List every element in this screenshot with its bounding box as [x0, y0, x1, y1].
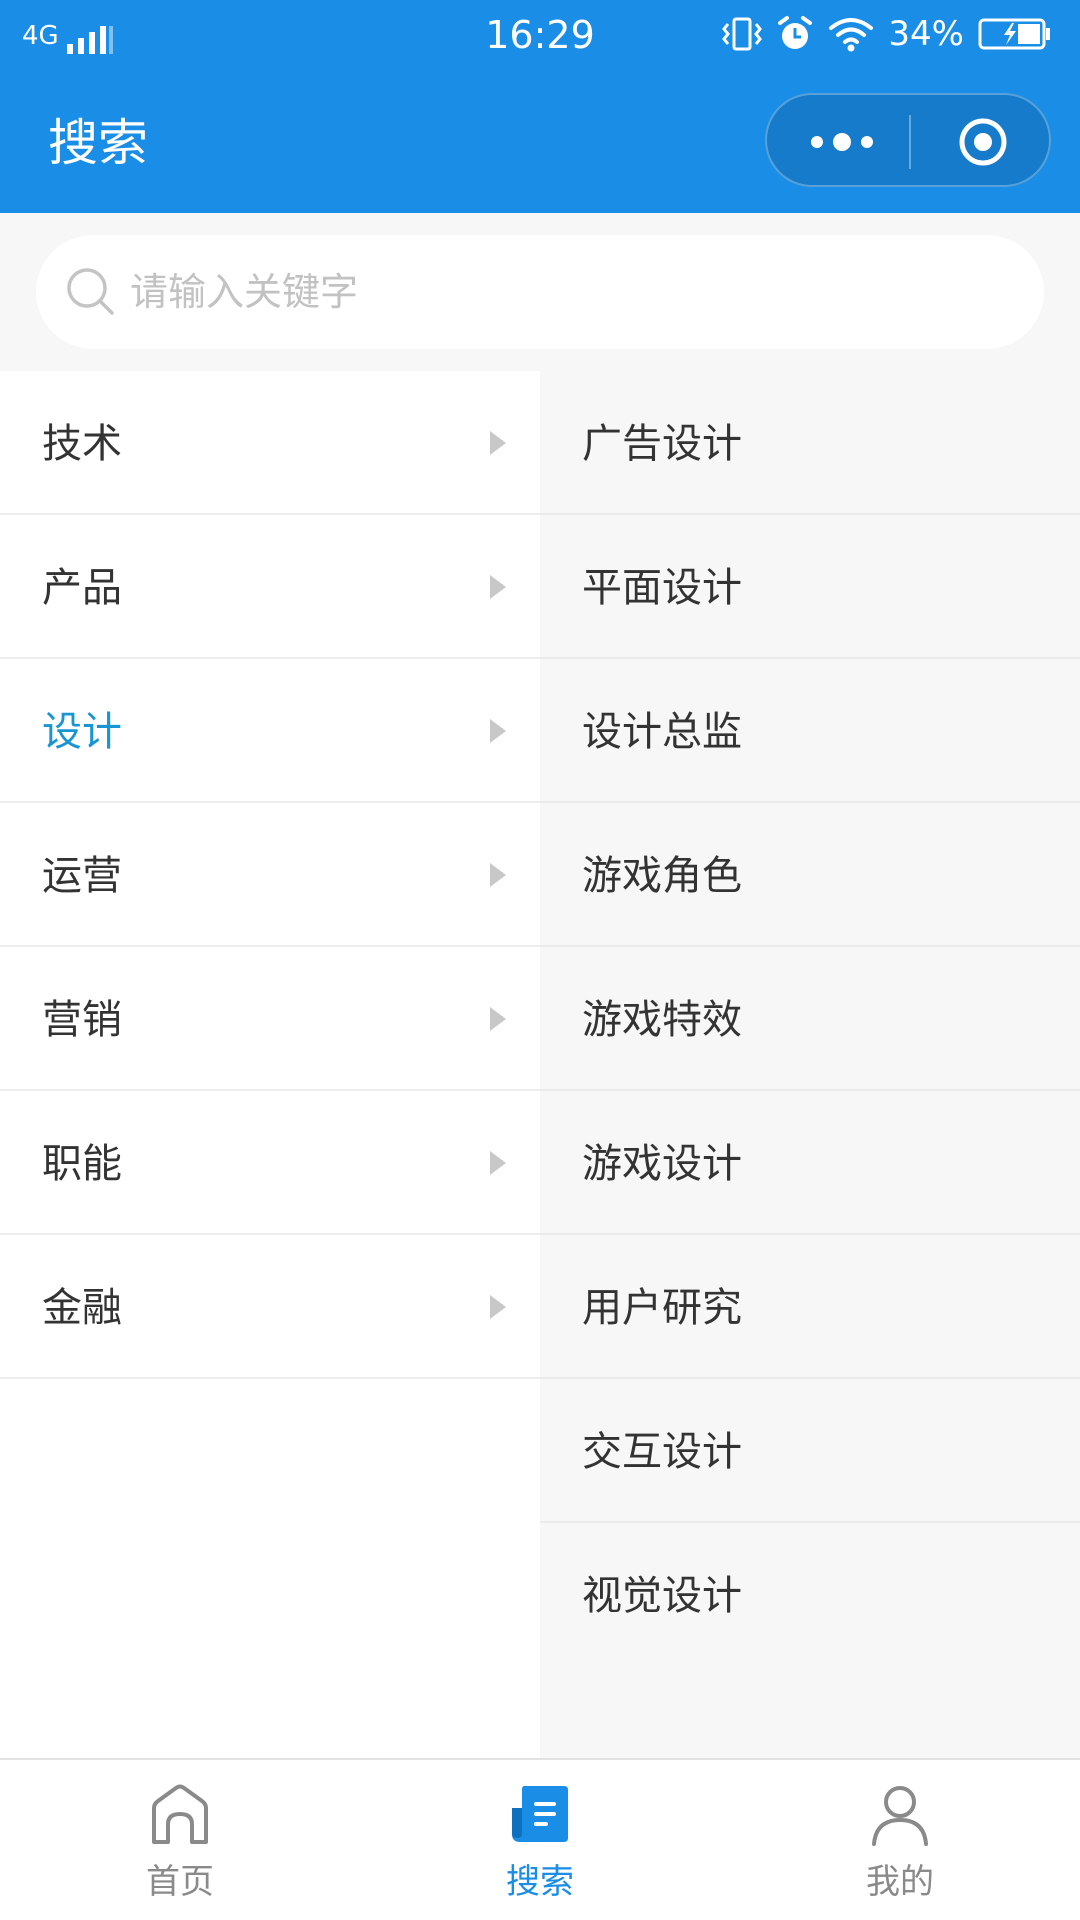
category-label: 金融: [42, 1285, 122, 1331]
more-dot-icon: [833, 133, 851, 151]
tab-bar: 首页 搜索 我的: [0, 1758, 1080, 1920]
home-icon: [152, 1784, 208, 1844]
subcategory-item[interactable]: 设计总监: [540, 659, 1080, 803]
subcategory-item[interactable]: 游戏特效: [540, 947, 1080, 1091]
category-label: 营销: [42, 997, 122, 1043]
subcategory-label: 游戏设计: [582, 1141, 742, 1187]
more-button[interactable]: [797, 115, 887, 169]
subcategory-item[interactable]: 用户研究: [540, 1235, 1080, 1379]
page-title: 搜索: [48, 114, 148, 172]
battery-percent: 34%: [888, 14, 964, 54]
status-bar: 4G 16:29 34%: [0, 0, 1080, 70]
more-dot-icon: [861, 136, 873, 148]
page: 4G 16:29 34% 搜索 请输入关键字 技术 产品 设计 运营 营销 职能…: [0, 0, 1080, 1920]
category-item-design[interactable]: 设计: [0, 659, 540, 803]
category-label: 运营: [42, 853, 122, 899]
category-item-finance[interactable]: 金融: [0, 1235, 540, 1379]
category-label: 设计: [42, 709, 122, 755]
vibrate-icon: [722, 17, 763, 51]
search-box[interactable]: [36, 235, 1044, 349]
chevron-right-icon: [490, 431, 506, 455]
category-item-product[interactable]: 产品: [0, 515, 540, 659]
tab-label: 首页: [146, 1862, 214, 1902]
category-item-functions[interactable]: 职能: [0, 1091, 540, 1235]
status-right: 34%: [722, 14, 1052, 54]
chevron-right-icon: [490, 1007, 506, 1031]
miniprogram-capsule: [765, 93, 1051, 187]
subcategory-label: 用户研究: [582, 1285, 742, 1331]
subcategory-label: 平面设计: [582, 565, 742, 611]
tab-home[interactable]: 首页: [0, 1760, 360, 1920]
subcategory-label: 游戏特效: [582, 997, 742, 1043]
subcategory-label: 广告设计: [582, 421, 742, 467]
chevron-right-icon: [490, 1151, 506, 1175]
search-input[interactable]: [130, 257, 990, 327]
category-label: 职能: [42, 1141, 122, 1187]
subcategory-label: 交互设计: [582, 1429, 742, 1475]
category-item-marketing[interactable]: 营销: [0, 947, 540, 1091]
chevron-right-icon: [490, 863, 506, 887]
chevron-right-icon: [490, 719, 506, 743]
subcategory-label: 设计总监: [582, 709, 742, 755]
subcategory-item[interactable]: 交互设计: [540, 1379, 1080, 1523]
tab-label: 我的: [866, 1862, 934, 1902]
capsule-divider: [909, 115, 911, 169]
search-area: [0, 213, 1080, 371]
chevron-right-icon: [490, 575, 506, 599]
category-label: 产品: [42, 565, 122, 611]
subcategory-item[interactable]: 游戏设计: [540, 1091, 1080, 1235]
subcategory-list: 广告设计 平面设计 设计总监 游戏角色 游戏特效 游戏设计 用户研究 交互设计 …: [540, 371, 1080, 1758]
chevron-right-icon: [490, 1295, 506, 1319]
header: 4G 16:29 34% 搜索: [0, 0, 1080, 213]
tab-label: 搜索: [506, 1862, 574, 1902]
more-dot-icon: [811, 136, 823, 148]
search-icon: [67, 268, 114, 315]
category-label: 技术: [42, 421, 122, 467]
close-target-icon[interactable]: [957, 116, 1009, 168]
subcategory-item[interactable]: 平面设计: [540, 515, 1080, 659]
tab-profile[interactable]: 我的: [720, 1760, 1080, 1920]
subcategory-item[interactable]: 视觉设计: [540, 1523, 1080, 1667]
subcategory-label: 游戏角色: [582, 853, 742, 899]
category-item-tech[interactable]: 技术: [0, 371, 540, 515]
subcategory-item[interactable]: 游戏角色: [540, 803, 1080, 947]
document-icon: [512, 1786, 568, 1842]
category-item-operations[interactable]: 运营: [0, 803, 540, 947]
subcategory-item[interactable]: 广告设计: [540, 371, 1080, 515]
tab-search[interactable]: 搜索: [360, 1760, 720, 1920]
battery-charging-icon: [978, 18, 1050, 50]
category-list: 技术 产品 设计 运营 营销 职能 金融: [0, 371, 540, 1758]
subcategory-label: 视觉设计: [582, 1573, 742, 1619]
wifi-icon: [829, 18, 874, 52]
alarm-icon: [778, 16, 813, 49]
person-icon: [872, 1786, 928, 1846]
